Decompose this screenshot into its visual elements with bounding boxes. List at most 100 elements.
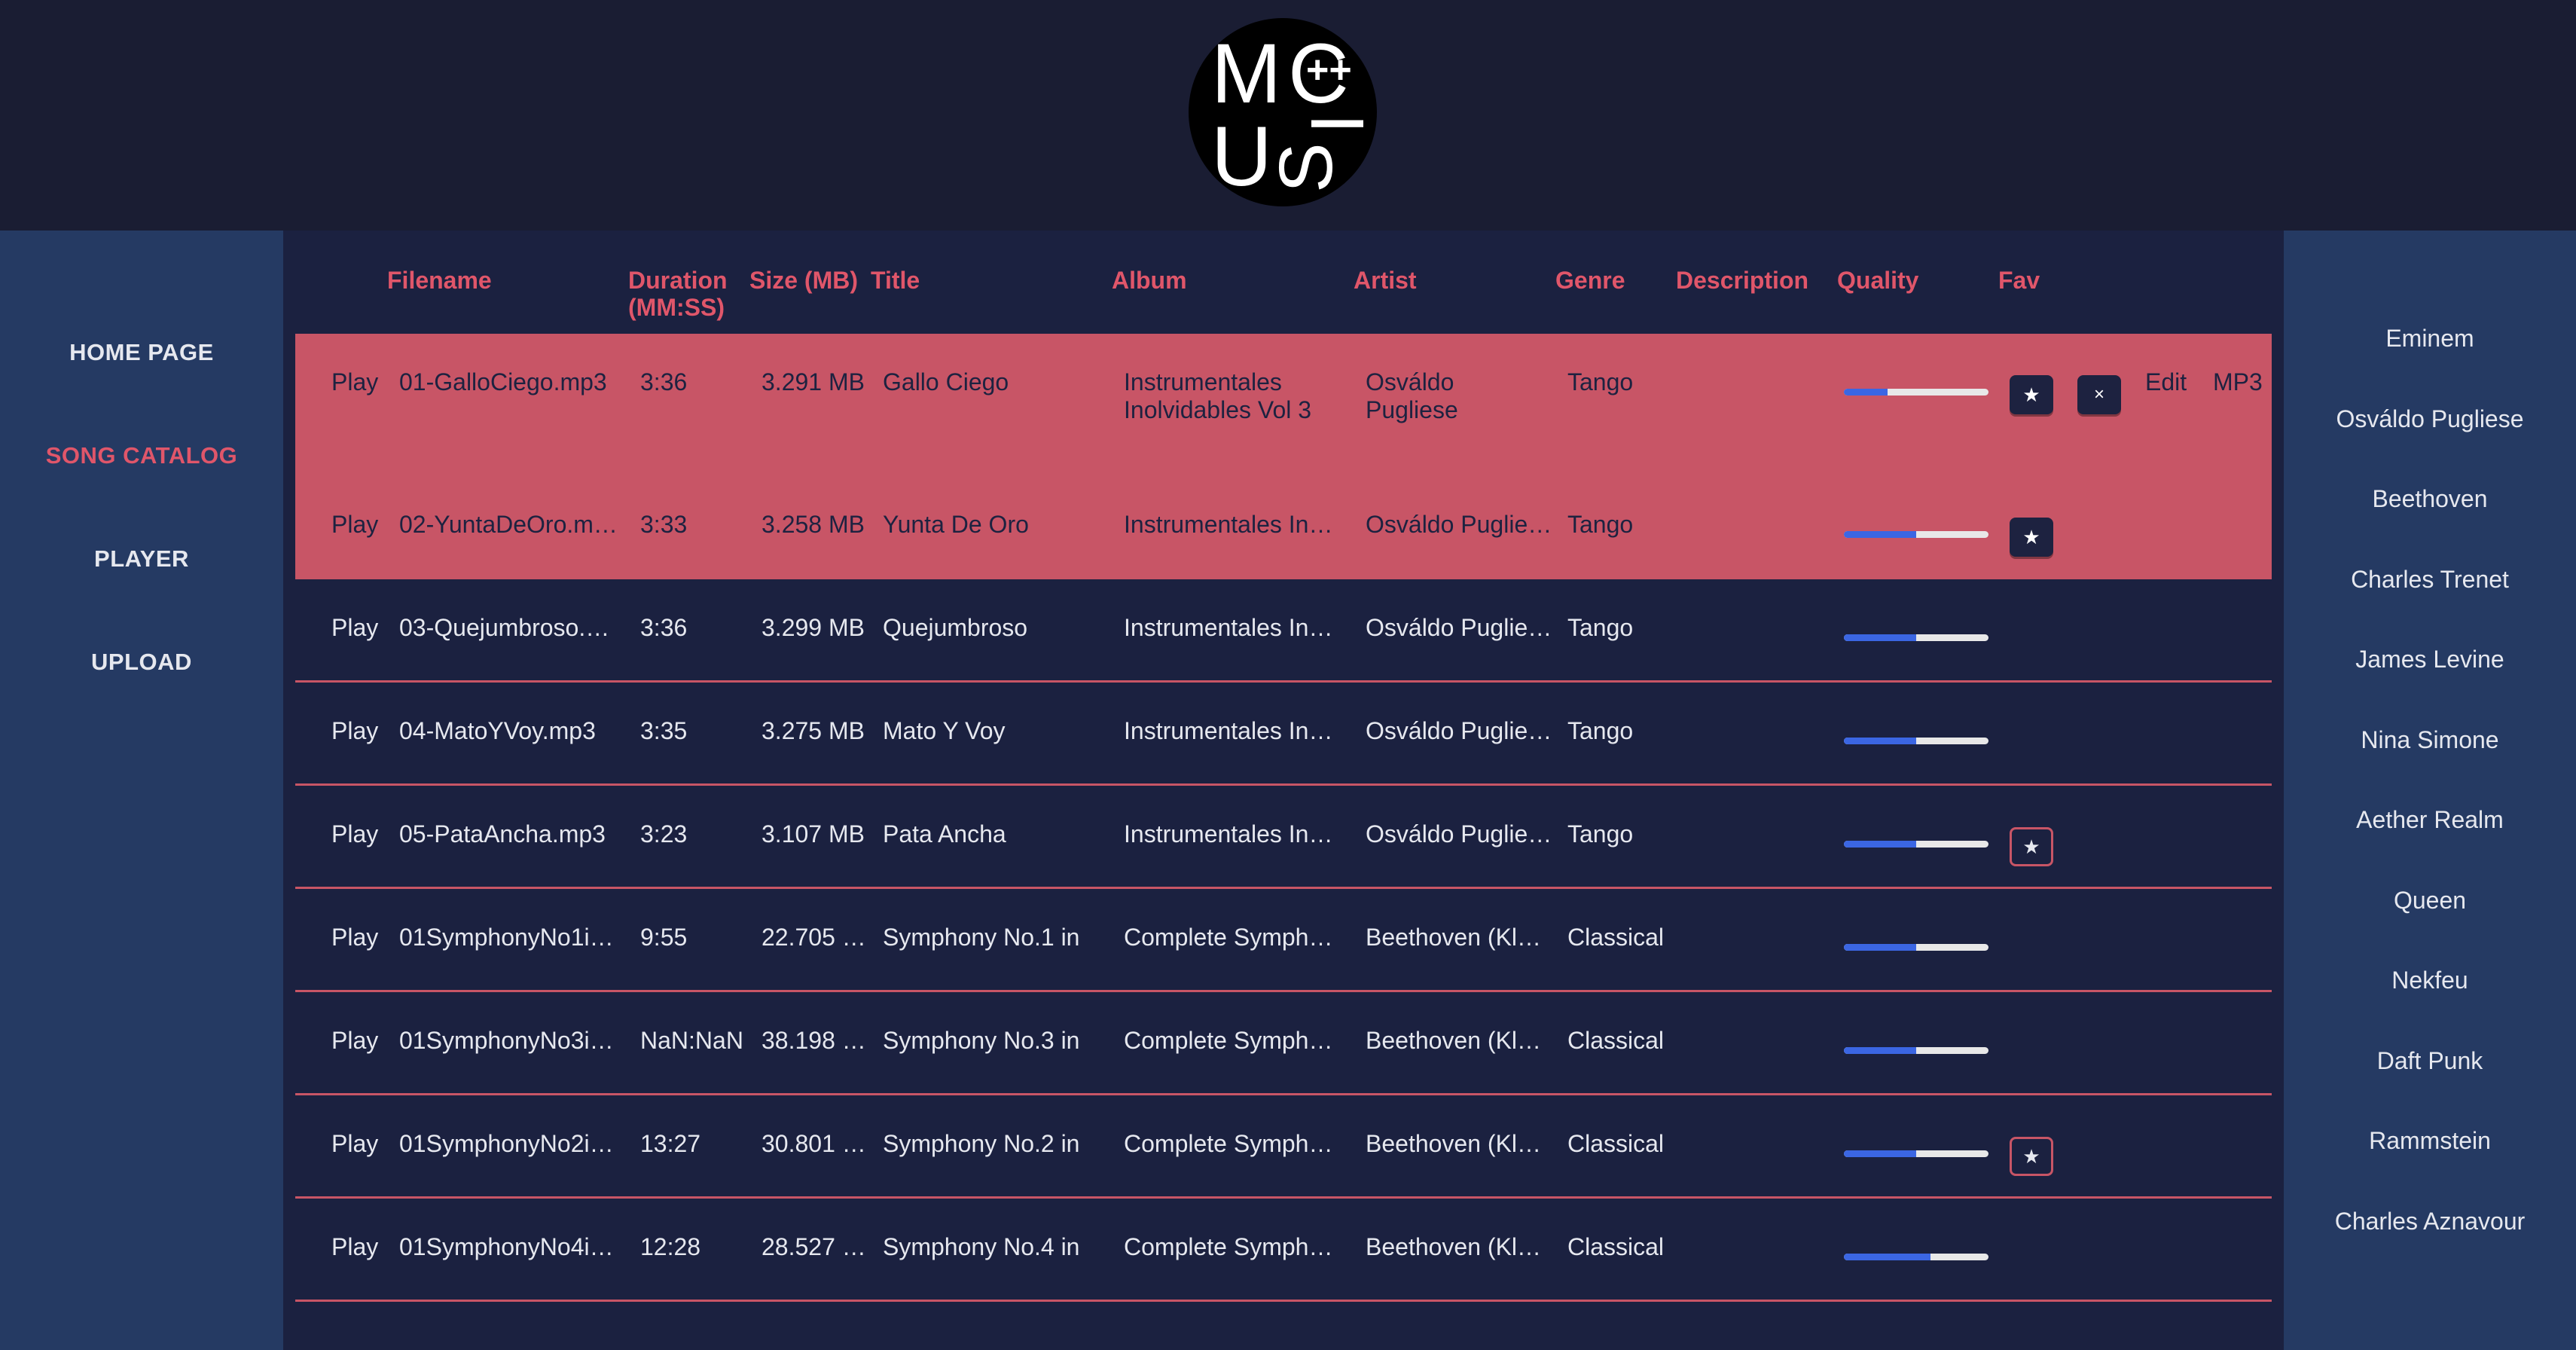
- cell-filename: 05-PataAncha.mp3: [399, 820, 606, 848]
- nav-item-upload[interactable]: UPLOAD: [0, 649, 283, 676]
- quality-slider-fill: [1844, 841, 1916, 848]
- cell-album: Instrumentales Inolvidables Vol 3: [1124, 820, 1346, 848]
- table-row[interactable]: Play 01SymphonyNo4in.mp3 12:28 28.527 MB Sym…: [295, 1199, 2272, 1302]
- row-divider: [295, 1300, 2272, 1302]
- delete-button[interactable]: ×: [2077, 375, 2121, 414]
- play-link[interactable]: Play: [331, 368, 392, 396]
- play-link[interactable]: Play: [331, 1233, 392, 1261]
- cell-artist: Osváldo Pugliese: [1366, 717, 1552, 744]
- quality-slider-fill: [1844, 389, 1888, 396]
- artist-item[interactable]: Queen: [2284, 887, 2576, 915]
- artist-item[interactable]: Nina Simone: [2284, 726, 2576, 754]
- header-description[interactable]: Description: [1676, 267, 1808, 294]
- cell-filename: 01SymphonyNo3in.mp3: [399, 1027, 618, 1054]
- favorite-button[interactable]: ★: [2010, 375, 2053, 414]
- cell-genre: Classical: [1567, 924, 1665, 951]
- left-nav: HOME PAGE SONG CATALOG PLAYER UPLOAD: [0, 231, 283, 1350]
- artist-item[interactable]: Daft Punk: [2284, 1047, 2576, 1075]
- header-album[interactable]: Album: [1112, 267, 1187, 294]
- cell-size: 3.291 MB: [762, 368, 865, 396]
- table-row[interactable]: Play 01-GalloCiego.mp3 3:36 3.291 MB Gallo C…: [295, 334, 2272, 476]
- logo-mark: M C ++ U S I: [1211, 26, 1377, 203]
- table-row[interactable]: Play 05-PataAncha.mp3 3:23 3.107 MB Pata Anc…: [295, 786, 2272, 889]
- header-quality[interactable]: Quality: [1837, 267, 1918, 294]
- artist-item[interactable]: James Levine: [2284, 646, 2576, 673]
- play-link[interactable]: Play: [331, 717, 392, 745]
- play-link[interactable]: Play: [331, 614, 392, 642]
- quality-slider[interactable]: [1844, 1254, 1988, 1260]
- quality-slider-fill: [1844, 1254, 1931, 1260]
- table-row[interactable]: Play 01SymphonyNo2in.mp3 13:27 30.801 MB Sym…: [295, 1095, 2272, 1199]
- play-link[interactable]: Play: [331, 924, 392, 951]
- favorite-button[interactable]: ★: [2010, 1137, 2053, 1176]
- artist-item[interactable]: Charles Trenet: [2284, 566, 2576, 594]
- cell-size: 22.705 MB: [762, 924, 874, 951]
- cell-title: Symphony No.1 in: [883, 924, 1080, 951]
- logo-letter-m: M: [1211, 26, 1281, 121]
- quality-slider-fill: [1844, 1150, 1916, 1157]
- quality-slider[interactable]: [1844, 389, 1988, 396]
- play-link[interactable]: Play: [331, 820, 392, 848]
- play-link[interactable]: Play: [331, 1027, 392, 1055]
- play-link[interactable]: Play: [331, 1130, 392, 1158]
- table-row[interactable]: Play 01SymphonyNo1in.mp3 9:55 22.705 MB Symp…: [295, 889, 2272, 992]
- quality-slider-fill: [1844, 634, 1916, 641]
- star-icon: ★: [2022, 1144, 2040, 1168]
- artist-item[interactable]: Osváldo Pugliese: [2284, 405, 2576, 433]
- quality-slider-fill: [1844, 531, 1916, 538]
- artist-item[interactable]: Aether Realm: [2284, 806, 2576, 834]
- logo-plusplus: ++: [1306, 48, 1352, 92]
- table-row[interactable]: Play 01SymphonyNo3in.mp3 NaN:NaN 38.198 MB S…: [295, 992, 2272, 1095]
- cell-album: Complete Symphonies: [1124, 924, 1346, 951]
- nav-item-home-page[interactable]: HOME PAGE: [0, 339, 283, 366]
- cell-genre: Tango: [1567, 511, 1634, 538]
- artist-item[interactable]: Rammstein: [2284, 1127, 2576, 1155]
- artist-item[interactable]: Charles Aznavour: [2284, 1208, 2576, 1235]
- header-genre[interactable]: Genre: [1555, 267, 1625, 294]
- logo[interactable]: M C ++ U S I: [1189, 18, 1377, 206]
- table-row[interactable]: Play 02-YuntaDeOro.mp3 3:33 3.258 MB Yunta D…: [295, 476, 2272, 579]
- header-fav[interactable]: Fav: [1998, 267, 2040, 294]
- favorite-button[interactable]: ★: [2010, 827, 2053, 866]
- quality-slider[interactable]: [1844, 1150, 1988, 1157]
- nav-item-player[interactable]: PLAYER: [0, 545, 283, 573]
- quality-slider[interactable]: [1844, 738, 1988, 744]
- cell-size: 3.258 MB: [762, 511, 865, 538]
- favorite-button[interactable]: ★: [2010, 518, 2053, 557]
- quality-slider[interactable]: [1844, 531, 1988, 538]
- quality-slider[interactable]: [1844, 944, 1988, 951]
- play-link[interactable]: Play: [331, 511, 392, 539]
- edit-link[interactable]: Edit: [2145, 368, 2187, 396]
- nav-item-song-catalog[interactable]: SONG CATALOG: [0, 442, 283, 469]
- quality-slider[interactable]: [1844, 634, 1988, 641]
- quality-slider[interactable]: [1844, 1047, 1988, 1054]
- cell-artist: Beethoven (Klemperer): [1366, 1233, 1552, 1260]
- cell-duration: 12:28: [640, 1233, 701, 1260]
- table-row[interactable]: Play 03-Quejumbroso.mp3 3:36 3.299 MB Quejum…: [295, 579, 2272, 683]
- cell-genre: Tango: [1567, 614, 1634, 641]
- cell-genre: Tango: [1567, 717, 1634, 744]
- cell-artist: Osváldo Pugliese: [1366, 511, 1552, 538]
- header-title[interactable]: Title: [871, 267, 920, 294]
- header-size[interactable]: Size (MB): [749, 267, 858, 294]
- header: M C ++ U S I: [0, 0, 2576, 231]
- table-row[interactable]: Play 04-MatoYVoy.mp3 3:35 3.275 MB Mato Y Vo…: [295, 683, 2272, 786]
- header-filename[interactable]: Filename: [387, 267, 492, 294]
- quality-slider[interactable]: [1844, 841, 1988, 848]
- mp3-download-link[interactable]: MP3: [2213, 368, 2263, 396]
- cell-size: 28.527 MB: [762, 1233, 874, 1260]
- artist-item[interactable]: Beethoven: [2284, 485, 2576, 513]
- cell-title: Symphony No.3 in: [883, 1027, 1080, 1054]
- header-artist[interactable]: Artist: [1354, 267, 1417, 294]
- artist-item[interactable]: Eminem: [2284, 325, 2576, 353]
- cell-filename: 02-YuntaDeOro.mp3: [399, 511, 618, 538]
- cell-size: 3.299 MB: [762, 614, 865, 641]
- cell-filename: 01-GalloCiego.mp3: [399, 368, 607, 396]
- cell-album: Instrumentales Inolvidables Vol 3: [1124, 368, 1312, 423]
- cell-genre: Tango: [1567, 368, 1634, 396]
- cell-genre: Classical: [1567, 1233, 1665, 1260]
- cell-album: Complete Symphonies: [1124, 1130, 1346, 1157]
- star-icon: ★: [2022, 525, 2040, 548]
- header-duration[interactable]: Duration (MM:SS): [628, 267, 734, 321]
- artist-item[interactable]: Nekfeu: [2284, 967, 2576, 994]
